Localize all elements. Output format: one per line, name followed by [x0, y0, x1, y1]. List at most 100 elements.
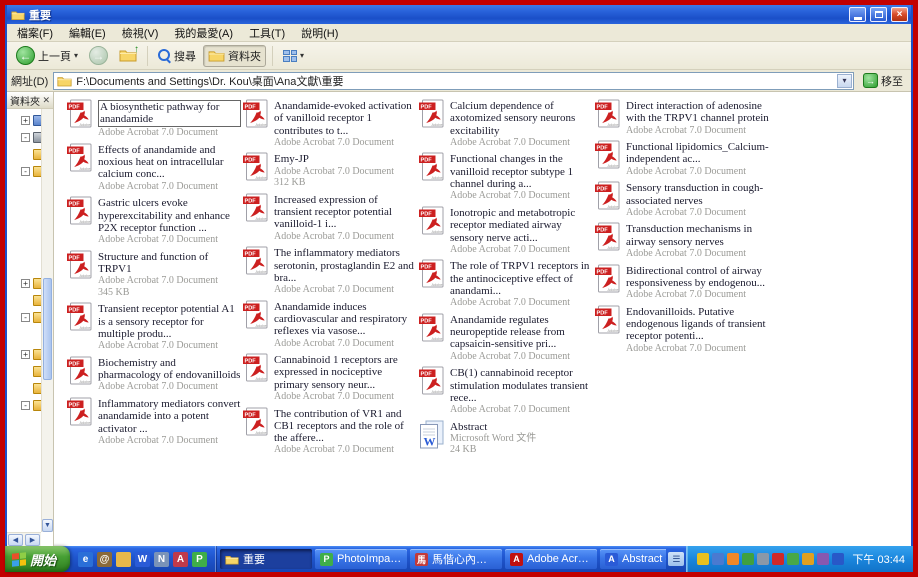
file-item[interactable]: Endovanilloids. Putative endogenous liga…: [594, 303, 770, 356]
taskbar-task-acrobat[interactable]: AAdobe Acroba...: [505, 549, 597, 569]
go-button[interactable]: → 移至: [859, 73, 907, 89]
tree-node[interactable]: +: [21, 346, 41, 363]
volume-mixer-icon[interactable]: [802, 553, 814, 565]
messenger-icon[interactable]: [712, 553, 724, 565]
file-type: Microsoft Word 文件: [450, 433, 593, 445]
file-type: Adobe Acrobat 7.0 Document: [98, 275, 241, 287]
file-item[interactable]: Cannabinoid 1 receptors are expressed in…: [242, 351, 418, 404]
menu-item[interactable]: 檢視(V): [114, 24, 167, 42]
file-item[interactable]: Anandamide-evoked activation of vanilloi…: [242, 97, 418, 150]
language-bar-icon[interactable]: ☰: [668, 552, 684, 566]
vertical-scrollbar[interactable]: ▼: [41, 109, 53, 532]
start-button[interactable]: 開始: [5, 546, 70, 572]
menu-item[interactable]: 我的最愛(A): [166, 24, 241, 42]
file-item[interactable]: Calcium dependence of axotomized sensory…: [418, 97, 594, 150]
tree-node[interactable]: -: [21, 163, 41, 180]
title-bar[interactable]: 重要 ×: [7, 5, 911, 24]
pdf-icon: [595, 264, 620, 293]
taskbar-task-folder[interactable]: 重要: [220, 549, 312, 569]
tree-node[interactable]: [21, 292, 41, 309]
minimize-button[interactable]: [849, 7, 866, 22]
file-item[interactable]: The inflammatory mediators serotonin, pr…: [242, 244, 418, 297]
file-item[interactable]: AbstractMicrosoft Word 文件24 KB: [418, 418, 594, 458]
file-text: Inflammatory mediators convert anandamid…: [98, 397, 241, 446]
utility-icon[interactable]: [817, 553, 829, 565]
back-icon: ←: [16, 46, 35, 65]
file-item[interactable]: A biosynthetic pathway for anandamideAdo…: [66, 97, 242, 141]
up-button[interactable]: ↑: [115, 46, 141, 65]
word-icon[interactable]: W: [135, 552, 150, 567]
network-icon[interactable]: [757, 553, 769, 565]
file-item[interactable]: Bidirectional control of airway responsi…: [594, 262, 770, 303]
pdf-icon: [419, 366, 444, 395]
file-item[interactable]: CB(1) cannabinoid receptor stimulation m…: [418, 364, 594, 417]
search-button[interactable]: 搜尋: [154, 46, 200, 66]
update-icon[interactable]: [727, 553, 739, 565]
menu-item[interactable]: 說明(H): [293, 24, 346, 42]
views-button[interactable]: ▾: [279, 48, 308, 64]
notepad-icon[interactable]: N: [154, 552, 169, 567]
close-pane-icon[interactable]: ✕: [42, 96, 50, 105]
tree-node[interactable]: -: [21, 397, 41, 414]
antivirus-icon[interactable]: [742, 553, 754, 565]
horizontal-scrollbar[interactable]: ◀ ▶: [7, 532, 41, 546]
address-input[interactable]: F:\Documents and Settings\Dr. Kou\桌面\Ana…: [53, 72, 854, 90]
scroll-left-icon[interactable]: ◀: [8, 534, 23, 546]
internet-explorer-icon[interactable]: e: [78, 552, 93, 567]
tree-node[interactable]: [21, 380, 41, 397]
my-documents-folder-icon[interactable]: [116, 552, 131, 567]
file-item[interactable]: The role of TRPV1 receptors in the antin…: [418, 257, 594, 310]
menu-item[interactable]: 工具(T): [241, 24, 293, 42]
back-button[interactable]: ← 上一頁 ▾: [12, 44, 82, 67]
access-icon[interactable]: A: [173, 552, 188, 567]
tree-node[interactable]: +: [21, 112, 41, 129]
file-item[interactable]: Increased expression of transient recept…: [242, 191, 418, 244]
tree-node[interactable]: -: [21, 309, 41, 326]
scroll-right-icon[interactable]: ▶: [25, 534, 40, 546]
pdf-icon: [67, 250, 92, 279]
kaspersky-icon[interactable]: [772, 553, 784, 565]
taskbar-task-word[interactable]: AAbstract - Mic...: [600, 549, 666, 569]
file-item[interactable]: Transduction mechanisms in airway sensor…: [594, 220, 770, 261]
file-item[interactable]: Functional changes in the vanilloid rece…: [418, 150, 594, 203]
menu-item[interactable]: 檔案(F): [9, 24, 61, 42]
file-item[interactable]: Anandamide induces cardiovascular and re…: [242, 298, 418, 351]
file-item[interactable]: Sensory transduction in cough-associated…: [594, 179, 770, 220]
scroll-down-icon[interactable]: ▼: [42, 519, 53, 532]
file-item[interactable]: Effects of anandamide and noxious heat o…: [66, 141, 242, 194]
address-dropdown-icon[interactable]: ▾: [837, 74, 852, 88]
forward-button[interactable]: →: [85, 44, 112, 67]
photoimpact-icon[interactable]: P: [192, 552, 207, 567]
tree-node[interactable]: -: [21, 129, 41, 146]
tree-node[interactable]: +: [21, 275, 41, 292]
folders-button[interactable]: 資料夾: [203, 45, 266, 67]
tree-node[interactable]: [21, 363, 41, 380]
file-item[interactable]: Ionotropic and metabotropic receptor med…: [418, 204, 594, 257]
file-title: Sensory transduction in cough-associated…: [626, 182, 769, 207]
file-item[interactable]: Gastric ulcers evoke hyperexcitability a…: [66, 194, 242, 247]
file-item[interactable]: Inflammatory mediators convert anandamid…: [66, 395, 242, 448]
back-dropdown-icon[interactable]: ▾: [74, 51, 78, 60]
file-item[interactable]: Biochemistry and pharmacology of endovan…: [66, 354, 242, 395]
pdf-icon: [243, 300, 268, 329]
menu-item[interactable]: 編輯(E): [61, 24, 114, 42]
msn-user-icon[interactable]: [787, 553, 799, 565]
file-item[interactable]: Direct interaction of adenosine with the…: [594, 97, 770, 138]
file-item[interactable]: Structure and function of TRPV1Adobe Acr…: [66, 248, 242, 301]
file-item[interactable]: Anandamide regulates neuropeptide releas…: [418, 311, 594, 364]
tree-node[interactable]: [21, 146, 41, 163]
file-item[interactable]: The contribution of VR1 and CB1 receptor…: [242, 405, 418, 458]
taskbar-task-photoimpact[interactable]: PPhotoImpact -...: [315, 549, 407, 569]
display-settings-icon[interactable]: [832, 553, 844, 565]
file-item[interactable]: Transient receptor potential A1 is a sen…: [66, 300, 242, 353]
taskbar-task-doc-red[interactable]: 馬馬偕心內Wu...: [410, 549, 502, 569]
close-button[interactable]: ×: [891, 7, 908, 22]
file-item[interactable]: Emy-JPAdobe Acrobat 7.0 Document312 KB: [242, 150, 418, 190]
security-shield-icon[interactable]: [697, 553, 709, 565]
restore-button[interactable]: [870, 7, 887, 22]
forward-icon: →: [89, 46, 108, 65]
file-size: 312 KB: [274, 177, 417, 189]
scrollbar-thumb[interactable]: [43, 278, 52, 380]
outlook-express-icon[interactable]: @: [97, 552, 112, 567]
file-item[interactable]: Functional lipidomics_Calcium-independen…: [594, 138, 770, 179]
